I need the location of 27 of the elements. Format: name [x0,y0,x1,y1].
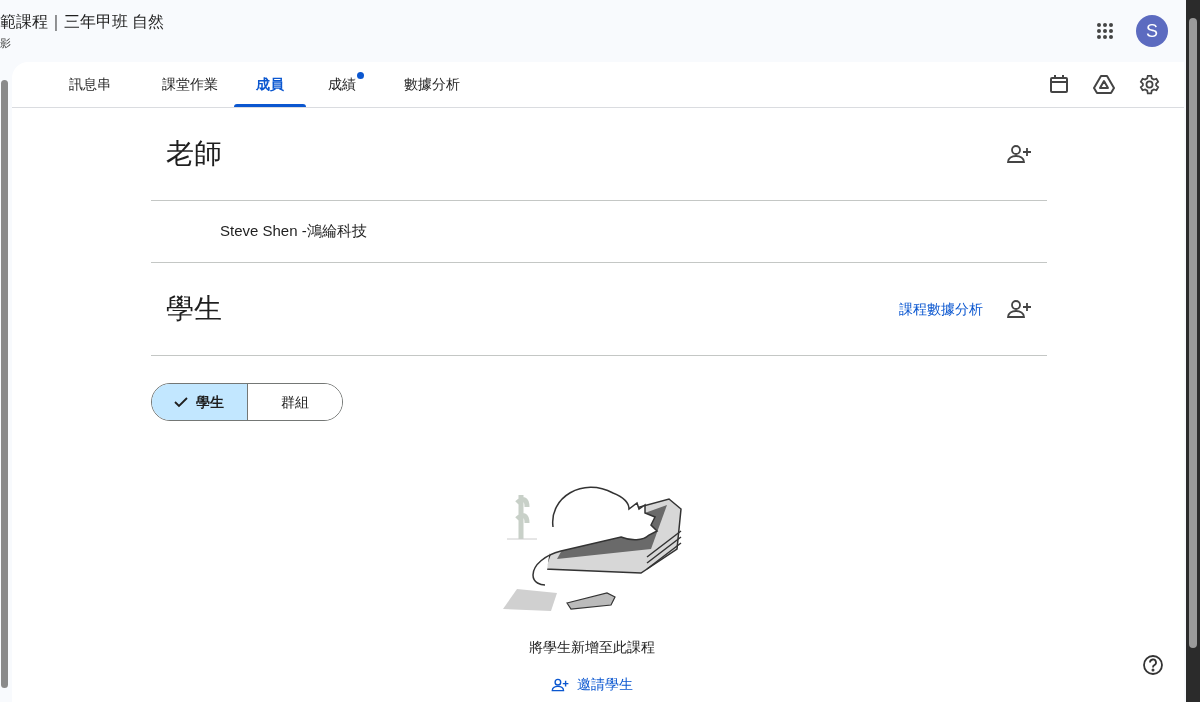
help-icon[interactable] [1142,654,1164,676]
tab[interactable]: 訊息串 [34,61,146,107]
tab[interactable]: 課堂作業 [146,61,234,107]
empty-state-message: 將學生新增至此課程 [529,638,655,657]
account-avatar[interactable]: S [1136,15,1168,47]
tab[interactable]: 數據分析 [378,61,486,107]
analytics-link[interactable]: 課程數據分析 [899,298,983,320]
calendar-icon[interactable] [1049,74,1069,94]
course-title: 範課程｜三年甲班 自然 [0,12,165,33]
tab[interactable]: 成績 [306,61,378,107]
triangle-icon[interactable] [1093,74,1115,94]
settings-icon[interactable] [1139,73,1160,95]
course-subtitle: 影 [0,36,12,52]
apps-grid-icon[interactable] [1096,22,1114,40]
add-person-icon [551,677,569,692]
teacher-name: Steve Shen -鴻綸科技 [220,221,367,242]
check-icon [174,396,189,408]
add-person-icon[interactable] [1007,299,1031,319]
scrollbar-thumb[interactable] [1,80,8,688]
scrollbar-thumb[interactable] [1189,18,1197,648]
filter-segment[interactable]: 群組 [246,384,342,420]
add-person-icon[interactable] [1007,144,1031,164]
filter-segment[interactable]: 學生 [152,384,247,420]
section-heading: 學生 [166,292,222,326]
tab[interactable]: 成員 [234,61,306,107]
invite-students-button[interactable]: 邀請學生 [551,674,633,695]
section-heading: 老師 [166,137,222,171]
